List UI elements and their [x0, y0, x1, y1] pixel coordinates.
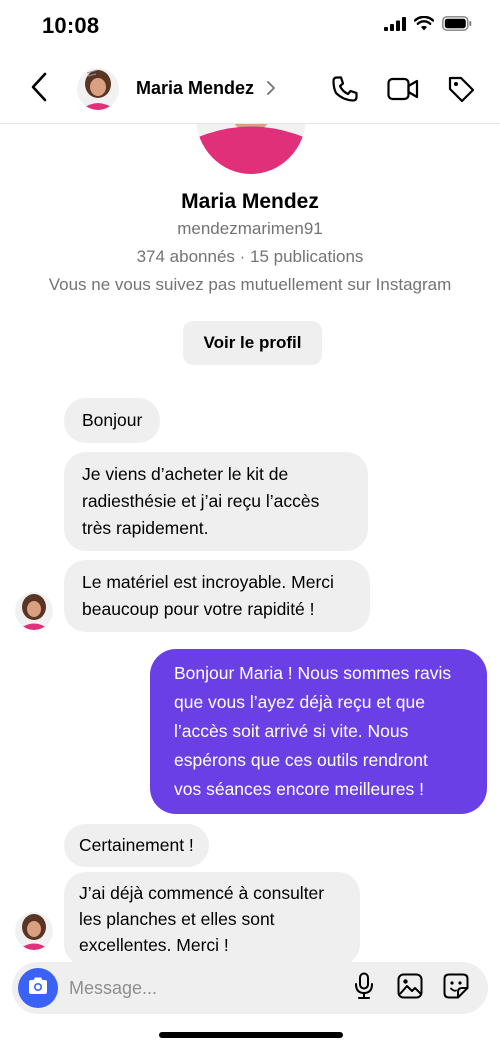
- profile-stats: 374 abonnés · 15 publications: [136, 247, 364, 266]
- view-profile-button[interactable]: Voir le profil: [183, 321, 322, 365]
- gallery-button[interactable]: [396, 973, 424, 1003]
- sticker-icon: [443, 973, 469, 1004]
- message-line: l’accès soit arrivé si vite. Nous: [174, 721, 409, 741]
- message-line: Le matériel est incroyable. Merci: [82, 572, 334, 592]
- back-button[interactable]: [24, 72, 54, 106]
- signal-icon: [384, 16, 406, 36]
- message-line: radiesthésie et j’ai reçu l’accès: [82, 491, 320, 511]
- back-arrow-icon: [30, 72, 48, 107]
- image-icon: [397, 973, 423, 1004]
- header-name[interactable]: Maria Mendez: [136, 78, 254, 99]
- message-line: beaucoup pour votre rapidité !: [82, 599, 315, 619]
- message-line: vos séances encore meilleures !: [174, 779, 424, 799]
- sender-avatar[interactable]: [15, 592, 53, 630]
- message-line: très rapidement.: [82, 518, 209, 538]
- message-bubble[interactable]: Certainement !: [64, 824, 209, 867]
- home-indicator[interactable]: [159, 1032, 343, 1038]
- sticker-button[interactable]: [442, 973, 470, 1003]
- message-line: J’ai déjà commencé à consulter: [79, 883, 325, 903]
- sender-avatar[interactable]: [15, 912, 53, 950]
- microphone-icon: [353, 972, 375, 1005]
- message-composer: [12, 962, 488, 1014]
- message-line: espérons que ces outils rendront: [174, 750, 428, 770]
- camera-icon: [27, 976, 49, 1001]
- profile-username: mendezmarimen91: [177, 219, 323, 238]
- header-avatar[interactable]: [77, 68, 119, 110]
- voice-message-button[interactable]: [350, 972, 378, 1005]
- message-line: Bonjour: [82, 410, 143, 430]
- message-line: Bonjour Maria ! Nous sommes ravis: [174, 663, 452, 683]
- message-line: excellentes. Merci !: [79, 935, 229, 955]
- message-bubble-outgoing[interactable]: Bonjour Maria ! Nous sommes ravis que vo…: [150, 649, 487, 814]
- battery-icon: [442, 16, 472, 36]
- call-button[interactable]: [328, 74, 362, 108]
- message-line: que vous l’ayez déjà reçu et que: [174, 692, 425, 712]
- message-line: Certainement !: [79, 835, 194, 855]
- camera-button[interactable]: [18, 968, 58, 1008]
- composer-actions: [350, 972, 470, 1005]
- message-input[interactable]: [69, 973, 289, 1003]
- profile-name: Maria Mendez: [181, 190, 319, 213]
- tag-button[interactable]: [444, 74, 478, 108]
- message-bubble[interactable]: Je viens d’acheter le kit de radiesthési…: [64, 452, 368, 551]
- message-bubble[interactable]: Bonjour: [64, 398, 161, 443]
- message-bubble[interactable]: Le matériel est incroyable. Merci beauco…: [64, 560, 370, 632]
- status-icons: [384, 15, 472, 36]
- video-camera-icon: [387, 76, 419, 107]
- phone-icon: [331, 75, 359, 108]
- chevron-right-icon[interactable]: [266, 80, 276, 101]
- chat-header: Maria Mendez: [0, 56, 500, 124]
- status-time: 10:08: [42, 13, 100, 38]
- tag-icon: [447, 75, 475, 108]
- header-actions: [328, 74, 478, 108]
- status-bar: 10:08: [0, 0, 500, 56]
- video-call-button[interactable]: [386, 74, 420, 108]
- wifi-icon: [413, 15, 435, 36]
- message-line: les planches et elles sont: [79, 909, 275, 929]
- message-line: Je viens d’acheter le kit de: [82, 464, 289, 484]
- message-bubble[interactable]: J’ai déjà commencé à consulter les planc…: [64, 872, 360, 966]
- mutual-follow-note: Vous ne vous suivez pas mutuellement sur…: [48, 275, 452, 294]
